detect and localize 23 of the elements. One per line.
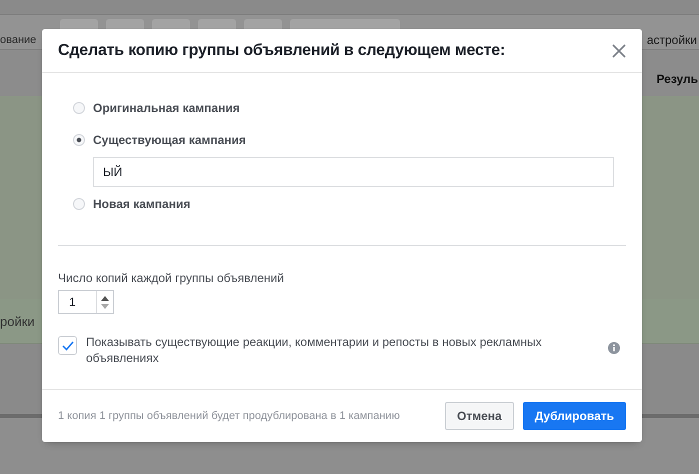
- radio-button[interactable]: [73, 198, 85, 210]
- info-icon[interactable]: [608, 342, 620, 354]
- campaign-field[interactable]: ЫЙ: [93, 157, 614, 187]
- checkbox[interactable]: [58, 336, 77, 355]
- number-field[interactable]: 1: [58, 290, 114, 314]
- cancel-button[interactable]: Отмена: [445, 402, 514, 430]
- check-icon: [62, 340, 74, 350]
- checkbox-label: Показывать существующие реакции, комментарии и репосты в новых рекламных объявлениях: [86, 334, 543, 366]
- radio-button[interactable]: [73, 102, 85, 114]
- up-arrow-icon[interactable]: [101, 296, 109, 300]
- toolbar-label: астройки: [646, 32, 697, 47]
- radio-label: Оригинальная кампания: [93, 101, 240, 115]
- dialog-title: Сделать копию группы объявлений в следующем месте:: [58, 42, 506, 60]
- radio-label: Новая кампания: [93, 197, 190, 211]
- close-icon[interactable]: [612, 44, 626, 58]
- copies-label: Число копий каждой группы объявлений: [58, 271, 285, 285]
- radio-label: Существующая кампания: [93, 133, 246, 147]
- summary-text: 1 копия 1 группы объявлений будет продублирована в 1 кампанию: [58, 410, 400, 422]
- duplicate-button[interactable]: Дублировать: [522, 402, 626, 430]
- row-label: ройки: [0, 314, 35, 328]
- column-header: Резуль: [656, 71, 698, 86]
- toolbar-label: ование: [0, 33, 36, 46]
- radio-button[interactable]: [73, 134, 85, 146]
